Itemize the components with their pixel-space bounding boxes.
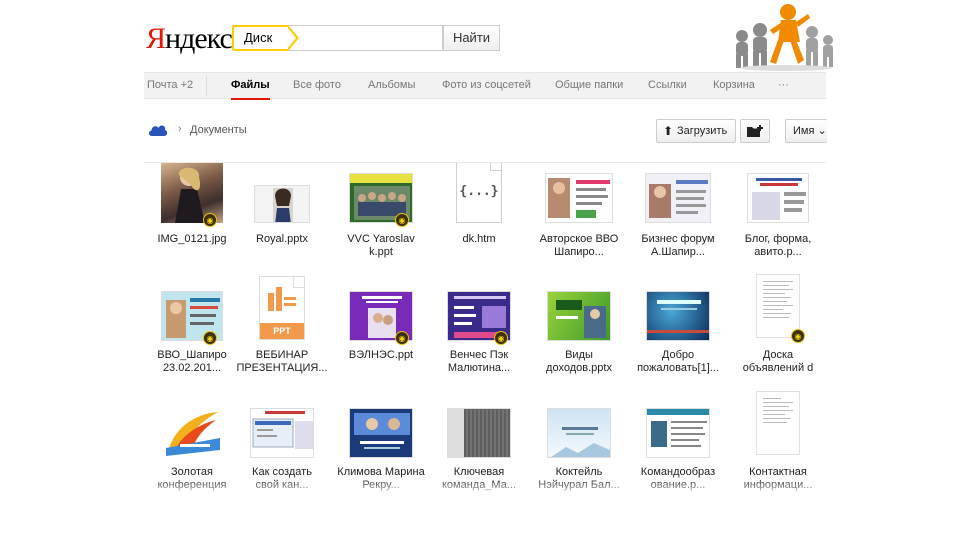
search-service-tag[interactable]: Диск: [232, 25, 299, 51]
audio-badge-icon: ◉: [395, 213, 409, 227]
nav-item-trash[interactable]: Корзина: [713, 79, 755, 91]
file-tile[interactable]: Блог, форма, авито.р...: [730, 163, 826, 280]
file-grid: ◉ IMG_0121.jpg Royal.pptx ◉ VVC Yaroslav…: [144, 163, 826, 493]
presentation-thumbnail: [349, 408, 413, 458]
nav-separator: [206, 76, 207, 96]
file-tile[interactable]: Авторское ВВО Шапиро...: [531, 163, 627, 280]
logo-rest: ндекс: [165, 22, 233, 55]
code-icon-label: {...}: [459, 184, 499, 199]
file-name: ВВО_Шапиро 23.02.201...: [157, 349, 227, 374]
ppt-label: PPT: [260, 323, 304, 339]
file-tile[interactable]: ◉ ВВО_Шапиро 23.02.201...: [144, 279, 240, 396]
nav-item-albums[interactable]: Альбомы: [368, 79, 415, 91]
breadcrumb-chevron-icon: ›: [178, 123, 182, 135]
audio-badge-icon: ◉: [395, 331, 409, 345]
presentation-thumbnail: [547, 408, 611, 458]
presentation-thumbnail: [250, 408, 314, 458]
document-thumbnail: [756, 274, 800, 338]
new-folder-button[interactable]: [740, 119, 770, 143]
presentation-thumbnail: [547, 291, 611, 341]
file-tile[interactable]: {...} dk.htm: [431, 163, 527, 280]
sort-dropdown[interactable]: Имя ⌄: [785, 119, 827, 143]
file-tile[interactable]: ◉ Доска объявлений d: [730, 274, 826, 396]
presentation-thumbnail: [545, 173, 613, 223]
nav-item-social-photos[interactable]: Фото из соцсетей: [442, 79, 531, 91]
presentation-thumbnail: [646, 291, 710, 341]
file-tile[interactable]: ◉ Венчес Пэк Малютина...: [431, 279, 527, 396]
file-name: Виды доходов.pptx: [546, 349, 612, 374]
nav-item-links[interactable]: Ссылки: [648, 79, 687, 91]
audio-badge-icon: ◉: [494, 331, 508, 345]
upload-arrow-icon: ⬆: [663, 124, 674, 138]
code-file-icon: {...}: [456, 163, 502, 223]
file-name: Добро пожаловать[1]...: [637, 349, 719, 374]
audio-badge-icon: ◉: [791, 329, 805, 343]
audio-badge-icon: ◉: [203, 213, 217, 227]
top-navigation: Почта +2 Файлы Все фото Альбомы Фото из …: [144, 72, 826, 100]
ppt-chart-glyph: [268, 287, 296, 311]
file-name: dk.htm: [462, 233, 496, 245]
audio-badge-icon: ◉: [203, 331, 217, 345]
logo-first-letter: Я: [146, 22, 166, 55]
upload-button[interactable]: ⬆ Загрузить: [656, 119, 736, 143]
file-name: Royal.pptx: [256, 233, 308, 245]
file-name: Блог, форма, авито.р...: [744, 233, 812, 258]
file-tile[interactable]: Виды доходов.pptx: [531, 279, 627, 396]
file-tile[interactable]: ◉ IMG_0121.jpg: [144, 163, 240, 280]
nav-item-shared-folders[interactable]: Общие папки: [555, 79, 623, 91]
file-name: ВЕБИНАР ПРЕЗЕНТАЦИЯ...: [236, 349, 328, 374]
folder-plus-icon: [747, 125, 763, 137]
file-name: VVC Yaroslav k.ppt: [347, 233, 415, 258]
file-tile[interactable]: ◉ VVC Yaroslav k.ppt: [333, 163, 429, 280]
file-name: Бизнес форум А.Шапир...: [641, 233, 715, 258]
file-name: Венчес Пэк Малютина...: [447, 349, 511, 374]
file-tile[interactable]: PPT ВЕБИНАР ПРЕЗЕНТАЦИЯ...: [234, 276, 330, 396]
file-tile[interactable]: ◉ ВЭЛНЭС.ppt: [333, 279, 429, 396]
presentation-thumbnail: [646, 408, 710, 458]
file-tile[interactable]: Royal.pptx: [234, 163, 330, 280]
file-name: Авторское ВВО Шапиро...: [539, 233, 619, 258]
photo-thumbnail: [254, 185, 310, 223]
file-name: ВЭЛНЭС.ppt: [348, 349, 414, 361]
yandex-logo[interactable]: Яндекс: [146, 22, 233, 56]
search-button[interactable]: Найти: [443, 25, 500, 51]
page-corner: [490, 163, 501, 171]
file-tile[interactable]: Добро пожаловать[1]...: [630, 279, 726, 396]
grid-bottom-fade: [144, 478, 826, 498]
document-thumbnail: [756, 391, 800, 455]
file-tile[interactable]: Бизнес форум А.Шапир...: [630, 163, 726, 280]
nav-item-mail[interactable]: Почта +2: [147, 79, 193, 91]
presentation-thumbnail: [160, 408, 224, 458]
mascot-figures-image: [736, 4, 833, 71]
presentation-thumbnail: [645, 173, 711, 223]
file-name: Доска объявлений d: [742, 349, 814, 374]
breadcrumb-current-folder: Документы: [190, 124, 247, 136]
nav-item-files[interactable]: Файлы: [231, 79, 270, 100]
cloud-icon[interactable]: [148, 123, 168, 137]
search-box: Диск Найти: [232, 25, 500, 51]
ppt-file-icon: PPT: [259, 276, 305, 340]
presentation-thumbnail: [747, 173, 809, 223]
nav-item-all-photos[interactable]: Все фото: [293, 79, 341, 91]
upload-label: Загрузить: [677, 125, 728, 137]
file-name: IMG_0121.jpg: [157, 233, 227, 245]
presentation-thumbnail: [447, 408, 511, 458]
nav-more-button[interactable]: ···: [778, 79, 789, 91]
